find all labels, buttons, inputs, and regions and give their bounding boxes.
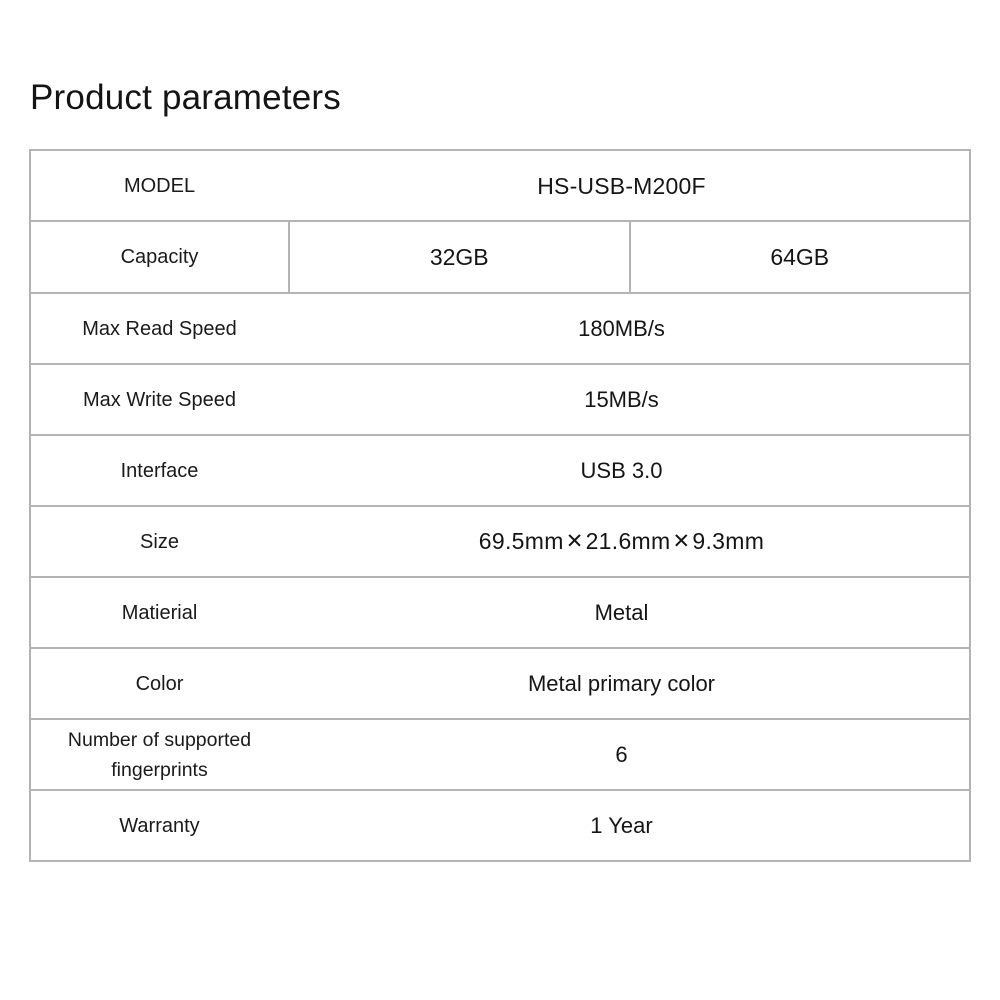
row-label-max-read-speed: Max Read Speed	[29, 292, 290, 365]
row-label-size: Size	[29, 505, 290, 578]
size-dimension-height: 9.3mm	[692, 528, 765, 554]
size-dimension-width: 21.6mm	[585, 528, 671, 554]
row-label-capacity: Capacity	[29, 220, 290, 294]
row-value-warranty: 1 Year	[280, 789, 963, 862]
row-value-max-read-speed: 180MB/s	[280, 292, 963, 365]
row-value-capacity-64gb: 64GB	[628, 220, 971, 294]
row-value-color: Metal primary color	[280, 647, 963, 720]
row-label-warranty: Warranty	[29, 789, 290, 862]
row-label-interface: Interface	[29, 434, 290, 507]
row-label-max-write-speed: Max Write Speed	[29, 363, 290, 436]
table-row: Warranty 1 Year	[29, 789, 970, 862]
row-value-interface: USB 3.0	[280, 434, 963, 507]
page-title: Product parameters	[30, 78, 341, 117]
label-line-1: Number of supported	[67, 728, 252, 751]
row-value-size: 69.5mm✕21.6mm✕9.3mm	[280, 505, 963, 578]
table-row: Interface USB 3.0	[29, 434, 970, 507]
table-row: Matierial Metal	[29, 576, 970, 649]
label-line-2: fingerprints	[111, 758, 208, 781]
row-label-supported-fingerprints: Number of supported fingerprints	[29, 718, 290, 791]
table-row: Number of supported fingerprints 6	[29, 718, 970, 791]
table-row: MODEL HS-USB-M200F	[29, 149, 970, 222]
row-value-model: HS-USB-M200F	[280, 149, 963, 222]
row-label-color: Color	[29, 647, 290, 720]
row-label-matierial: Matierial	[29, 576, 290, 649]
row-value-capacity-32gb: 32GB	[288, 220, 631, 294]
size-dimension-length: 69.5mm	[478, 528, 564, 554]
row-value-supported-fingerprints: 6	[280, 718, 963, 791]
table-row: Max Write Speed 15MB/s	[29, 363, 970, 436]
product-parameters-table: MODEL HS-USB-M200F Capacity 32GB 64GB Ma…	[29, 149, 971, 862]
multiplication-icon: ✕	[672, 530, 691, 553]
table-row: Max Read Speed 180MB/s	[29, 292, 970, 365]
row-label-model: MODEL	[29, 149, 290, 222]
table-row: Color Metal primary color	[29, 647, 970, 720]
table-row: Capacity 32GB 64GB	[29, 220, 971, 294]
row-value-matierial: Metal	[280, 576, 963, 649]
row-value-max-write-speed: 15MB/s	[280, 363, 963, 436]
table-row: Size 69.5mm✕21.6mm✕9.3mm	[29, 505, 970, 578]
multiplication-icon: ✕	[565, 530, 584, 553]
product-parameters-page: Product parameters MODEL HS-USB-M200F Ca…	[0, 0, 1000, 1000]
